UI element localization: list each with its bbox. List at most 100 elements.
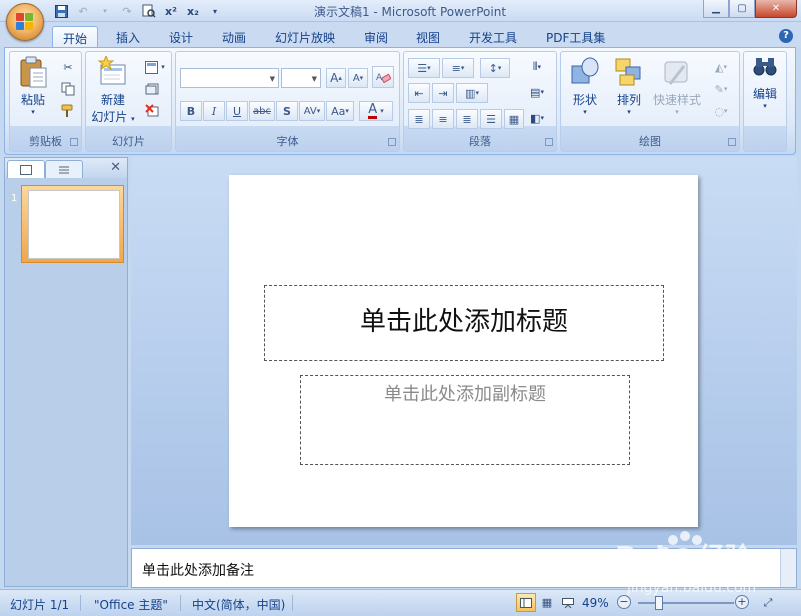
shapes-icon [570, 56, 600, 88]
slide-thumbnail-selected[interactable] [21, 185, 124, 263]
shape-outline-icon[interactable]: ✎ ▾ [707, 80, 735, 98]
slide-thumbnail[interactable] [28, 190, 120, 259]
shape-effects-icon[interactable]: ◌ ▾ [707, 102, 735, 120]
tab-home[interactable]: 开始 [52, 26, 99, 48]
new-slide-button[interactable]: 新建 幻灯片 ▾ [88, 54, 138, 125]
text-shadow-button[interactable]: S [276, 101, 298, 121]
clipboard-launcher-icon[interactable] [70, 138, 78, 146]
zoom-level[interactable]: 49% [582, 596, 609, 610]
customize-qat-icon[interactable]: ▾ [206, 3, 224, 19]
slides-panel-tabs: ✕ [5, 158, 127, 178]
bold-button[interactable]: B [180, 101, 202, 121]
paragraph-launcher-icon[interactable] [545, 138, 553, 146]
zoom-in-button[interactable]: + [735, 595, 749, 609]
notes-pane[interactable]: 单击此处添加备注 [131, 548, 797, 588]
slide-canvas[interactable]: 单击此处添加标题 单击此处添加副标题 [229, 175, 698, 527]
shape-fill-icon[interactable]: ◭ ▾ [707, 58, 735, 76]
text-direction-icon[interactable]: ⫴ ▾ [524, 58, 550, 76]
character-spacing-button[interactable]: AV ▾ [299, 101, 325, 121]
ribbon: 粘贴 ▾ ✂ 剪贴板 新建 幻灯片 ▾ ▾ 幻灯片 ▼ ▼ A ▴ A ▾ A … [4, 47, 796, 155]
language-status[interactable]: 中文(简体，中国) [192, 596, 285, 613]
tab-view[interactable]: 视图 [406, 26, 450, 48]
arrange-button[interactable]: 排列 ▾ [609, 56, 649, 116]
ribbon-tabs: 开始 插入 设计 动画 幻灯片放映 审阅 视图 开发工具 PDF工具集 ? [0, 22, 801, 48]
underline-button[interactable]: U [226, 101, 248, 121]
slide-sorter-view-button[interactable]: ▦ [537, 593, 557, 612]
close-panel-icon[interactable]: ✕ [110, 160, 121, 175]
notes-scrollbar[interactable] [780, 549, 796, 587]
copy-icon[interactable] [58, 80, 78, 98]
tab-developer[interactable]: 开发工具 [459, 26, 527, 48]
zoom-out-button[interactable]: − [617, 595, 631, 609]
drawing-launcher-icon[interactable] [728, 138, 736, 146]
print-preview-icon[interactable] [140, 3, 158, 19]
align-center-button[interactable]: ≡ [432, 109, 454, 129]
close-button[interactable]: ✕ [755, 0, 797, 18]
office-logo-icon [16, 13, 34, 31]
align-right-button[interactable]: ≣ [456, 109, 478, 129]
save-icon[interactable] [52, 3, 70, 19]
increase-indent-button[interactable]: ⇥ [432, 83, 454, 103]
tab-animations[interactable]: 动画 [212, 26, 256, 48]
grow-font-button[interactable]: A ▴ [326, 68, 346, 88]
slides-tab[interactable] [7, 160, 45, 178]
tab-slide-show[interactable]: 幻灯片放映 [265, 26, 345, 48]
help-icon[interactable]: ? [779, 29, 793, 43]
numbering-button[interactable]: ≡ ▾ [442, 58, 474, 78]
align-left-button[interactable]: ≣ [408, 109, 430, 129]
slide-show-view-button[interactable] [558, 593, 578, 612]
shrink-font-button[interactable]: A ▾ [348, 68, 368, 88]
maximize-button[interactable]: ▢ [729, 0, 755, 18]
tab-design[interactable]: 设计 [159, 26, 203, 48]
status-separator [80, 595, 81, 611]
outline-tab[interactable] [45, 160, 83, 178]
justify-button[interactable]: ☰ [480, 109, 502, 129]
zoom-slider-thumb[interactable] [654, 596, 663, 610]
title-placeholder[interactable]: 单击此处添加标题 [264, 285, 664, 361]
redo-icon[interactable]: ↷ [118, 3, 136, 19]
layout-icon[interactable]: ▾ [142, 58, 168, 76]
font-name-select[interactable]: ▼ [180, 68, 279, 88]
strikethrough-button[interactable]: abc [249, 101, 275, 121]
align-text-icon[interactable]: ▤ ▾ [524, 83, 550, 101]
tab-review[interactable]: 审阅 [354, 26, 398, 48]
cut-icon[interactable]: ✂ [58, 58, 78, 76]
subscript-icon[interactable]: x₂ [184, 3, 202, 19]
reset-slide-icon[interactable] [142, 80, 162, 98]
tab-pdf-tools[interactable]: PDF工具集 [536, 26, 615, 48]
zoom-slider[interactable] [638, 596, 734, 610]
quick-styles-button[interactable]: 快速样式 ▾ [653, 56, 701, 116]
line-spacing-button[interactable]: ↕ ▾ [480, 58, 510, 78]
clear-formatting-icon[interactable]: A [372, 66, 394, 88]
smartart-icon[interactable]: ◧ ▾ [524, 109, 550, 127]
change-case-button[interactable]: Aa ▾ [326, 101, 354, 121]
font-size-select[interactable]: ▼ [281, 68, 321, 88]
editing-button[interactable]: 编辑 ▾ [746, 56, 784, 110]
undo-icon[interactable]: ↶ [74, 3, 92, 19]
fit-to-window-icon[interactable]: ⤢ [758, 593, 778, 612]
subtitle-placeholder[interactable]: 单击此处添加副标题 [300, 375, 630, 465]
minimize-button[interactable]: ▁ [703, 0, 729, 18]
normal-view-button[interactable] [516, 593, 536, 612]
distributed-button[interactable]: ▦ [504, 109, 524, 129]
notes-placeholder[interactable]: 单击此处添加备注 [142, 560, 254, 580]
slide-editing-area: 单击此处添加标题 单击此处添加副标题 [131, 157, 797, 545]
decrease-indent-button[interactable]: ⇤ [408, 83, 430, 103]
shapes-button[interactable]: 形状 ▾ [565, 56, 605, 116]
slides-group: 新建 幻灯片 ▾ ▾ 幻灯片 [85, 51, 172, 152]
columns-button[interactable]: ▥ ▾ [456, 83, 488, 103]
slides-panel: ✕ 1 [4, 157, 128, 587]
superscript-icon[interactable]: x² [162, 3, 180, 19]
office-button[interactable] [6, 3, 44, 41]
italic-button[interactable]: I [203, 101, 225, 121]
bullets-button[interactable]: ☰ ▾ [408, 58, 440, 78]
tab-insert[interactable]: 插入 [106, 26, 150, 48]
paste-button[interactable]: 粘贴 ▾ [14, 56, 52, 116]
drawing-group: 形状 ▾ 排列 ▾ 快速样式 ▾ ◭ ▾ ✎ ▾ ◌ ▾ 绘图 [560, 51, 740, 152]
theme-status: "Office 主题" [94, 598, 168, 612]
format-painter-icon[interactable] [58, 102, 78, 120]
font-color-button[interactable]: A ▾ [359, 101, 393, 121]
font-launcher-icon[interactable] [388, 138, 396, 146]
dropdown-icon[interactable]: ▾ [96, 3, 114, 19]
delete-slide-icon[interactable] [142, 102, 162, 120]
